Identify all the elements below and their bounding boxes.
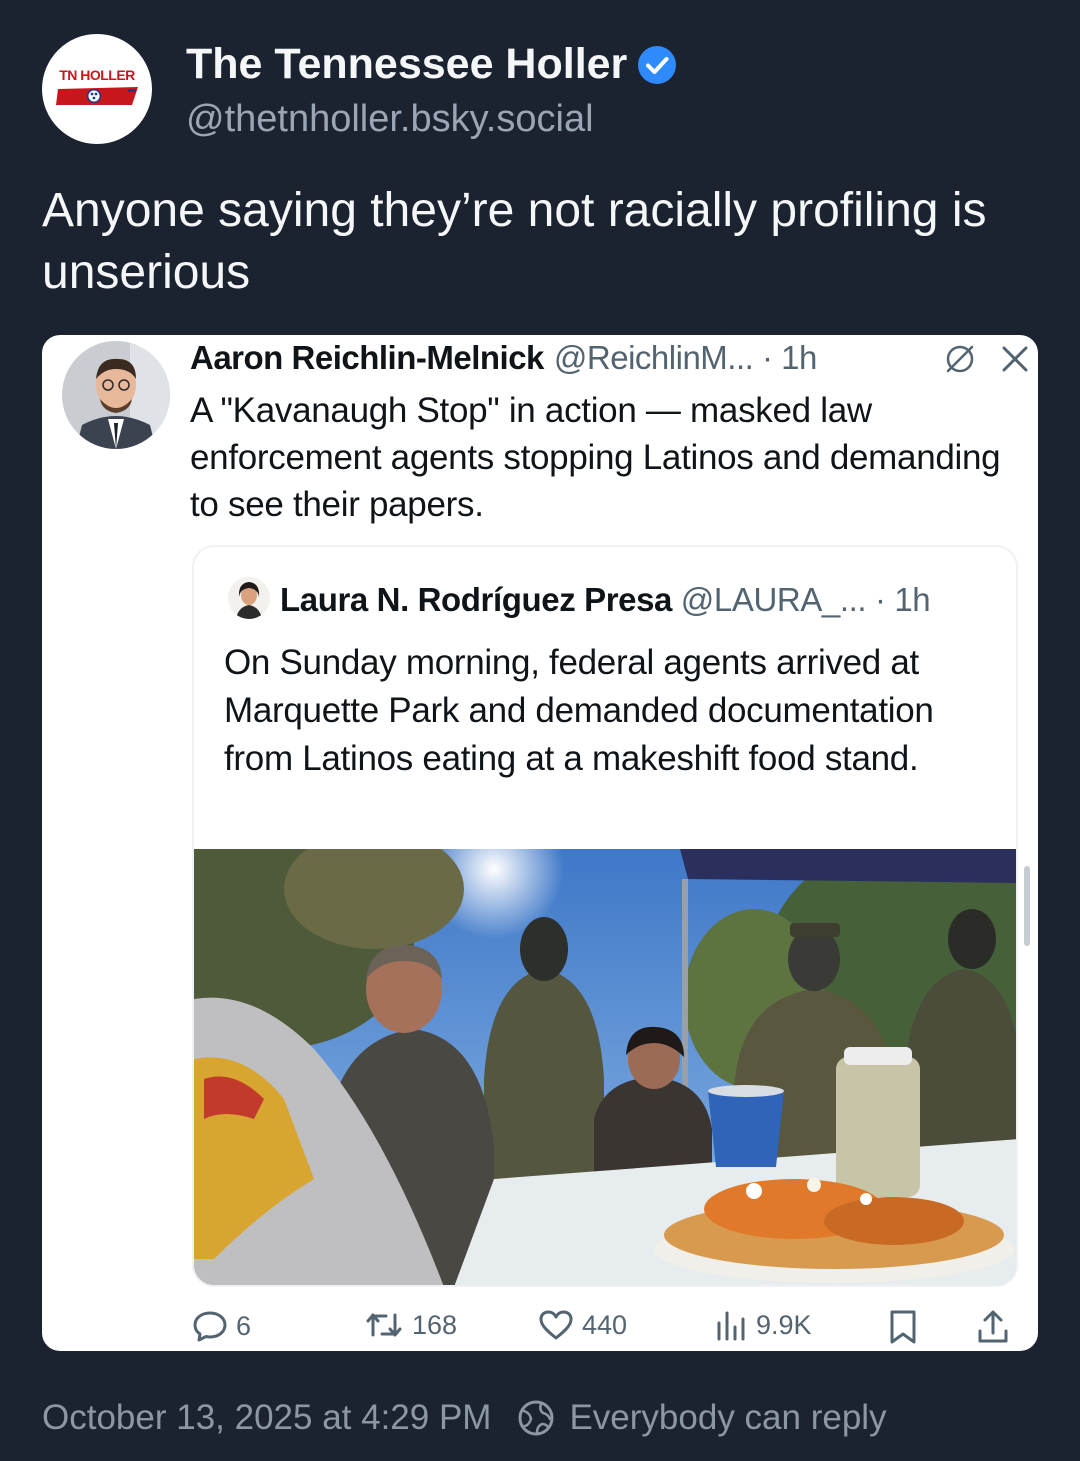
person-portrait-icon — [62, 341, 170, 449]
quoted-tweet-text: A "Kavanaugh Stop" in action — masked la… — [190, 391, 1001, 524]
inner-handle-time: @LAURA_... · 1h — [680, 581, 931, 618]
quoted-tweet-header: Aaron Reichlin-Melnick @ReichlinM... · 1… — [190, 339, 1030, 377]
repost-icon — [366, 1313, 402, 1337]
tweet-photo — [194, 849, 1016, 1285]
post-timestamp: October 13, 2025 at 4:29 PM — [42, 1398, 492, 1437]
views-stat: 9.9K — [714, 1309, 812, 1341]
verified-badge-icon — [638, 45, 677, 84]
person-portrait-icon — [228, 577, 270, 619]
park-scene-photo — [194, 849, 1016, 1285]
inner-tweet-header: Laura N. Rodríguez Presa @LAURA_... · 1h — [280, 581, 931, 619]
inner-quoted-tweet: Laura N. Rodríguez Presa @LAURA_... · 1h… — [192, 545, 1018, 1287]
repost-count: 168 — [412, 1309, 458, 1340]
repost-stat: 168 — [364, 1309, 457, 1341]
author-display-name[interactable]: The Tennessee Holler — [186, 40, 627, 89]
inner-tweet-text: On Sunday morning, federal agents arrive… — [224, 643, 934, 778]
reply-setting[interactable]: Everybody can reply — [569, 1398, 886, 1438]
bookmark-icon — [890, 1310, 916, 1344]
inner-author-name: Laura N. Rodríguez Presa — [280, 581, 673, 618]
views-count: 9.9K — [756, 1309, 812, 1340]
like-stat: 440 — [538, 1309, 627, 1341]
image-scrollbar[interactable] — [1024, 866, 1030, 946]
views-bars-icon — [717, 1311, 745, 1341]
author-display-name-row[interactable]: The Tennessee Holler — [186, 40, 677, 89]
globe-icon — [518, 1400, 554, 1436]
embedded-image-card[interactable]: Aaron Reichlin-Melnick @ReichlinM... · 1… — [42, 335, 1038, 1351]
heart-icon — [539, 1310, 573, 1340]
quoted-handle-time: @ReichlinM... · 1h — [553, 339, 817, 376]
post-text: Anyone saying they’re not racially profi… — [42, 184, 987, 299]
share-upload-icon — [978, 1310, 1008, 1343]
bookmark-stat — [888, 1309, 918, 1345]
share-stat — [976, 1309, 1010, 1345]
quoted-author-name: Aaron Reichlin-Melnick — [190, 339, 544, 376]
reply-stat: 6 — [192, 1309, 251, 1343]
author-handle[interactable]: @thetnholler.bsky.social — [186, 98, 594, 141]
reply-bubble-icon — [193, 1311, 227, 1342]
avatar-logo-text: TN HOLLER — [59, 67, 135, 83]
slashed-circle-icon — [946, 345, 974, 373]
post-footer: October 13, 2025 at 4:29 PM Everybody ca… — [42, 1398, 887, 1438]
tennessee-flag-icon — [56, 87, 138, 105]
reply-count: 6 — [236, 1310, 252, 1341]
inner-author-avatar — [228, 577, 270, 619]
close-icon — [1002, 346, 1028, 372]
quoted-author-avatar — [62, 341, 170, 449]
quoted-tweet-stats: 6 168 440 9.9K — [192, 1301, 1022, 1351]
author-avatar[interactable]: TN HOLLER — [42, 34, 152, 144]
like-count: 440 — [582, 1309, 628, 1340]
